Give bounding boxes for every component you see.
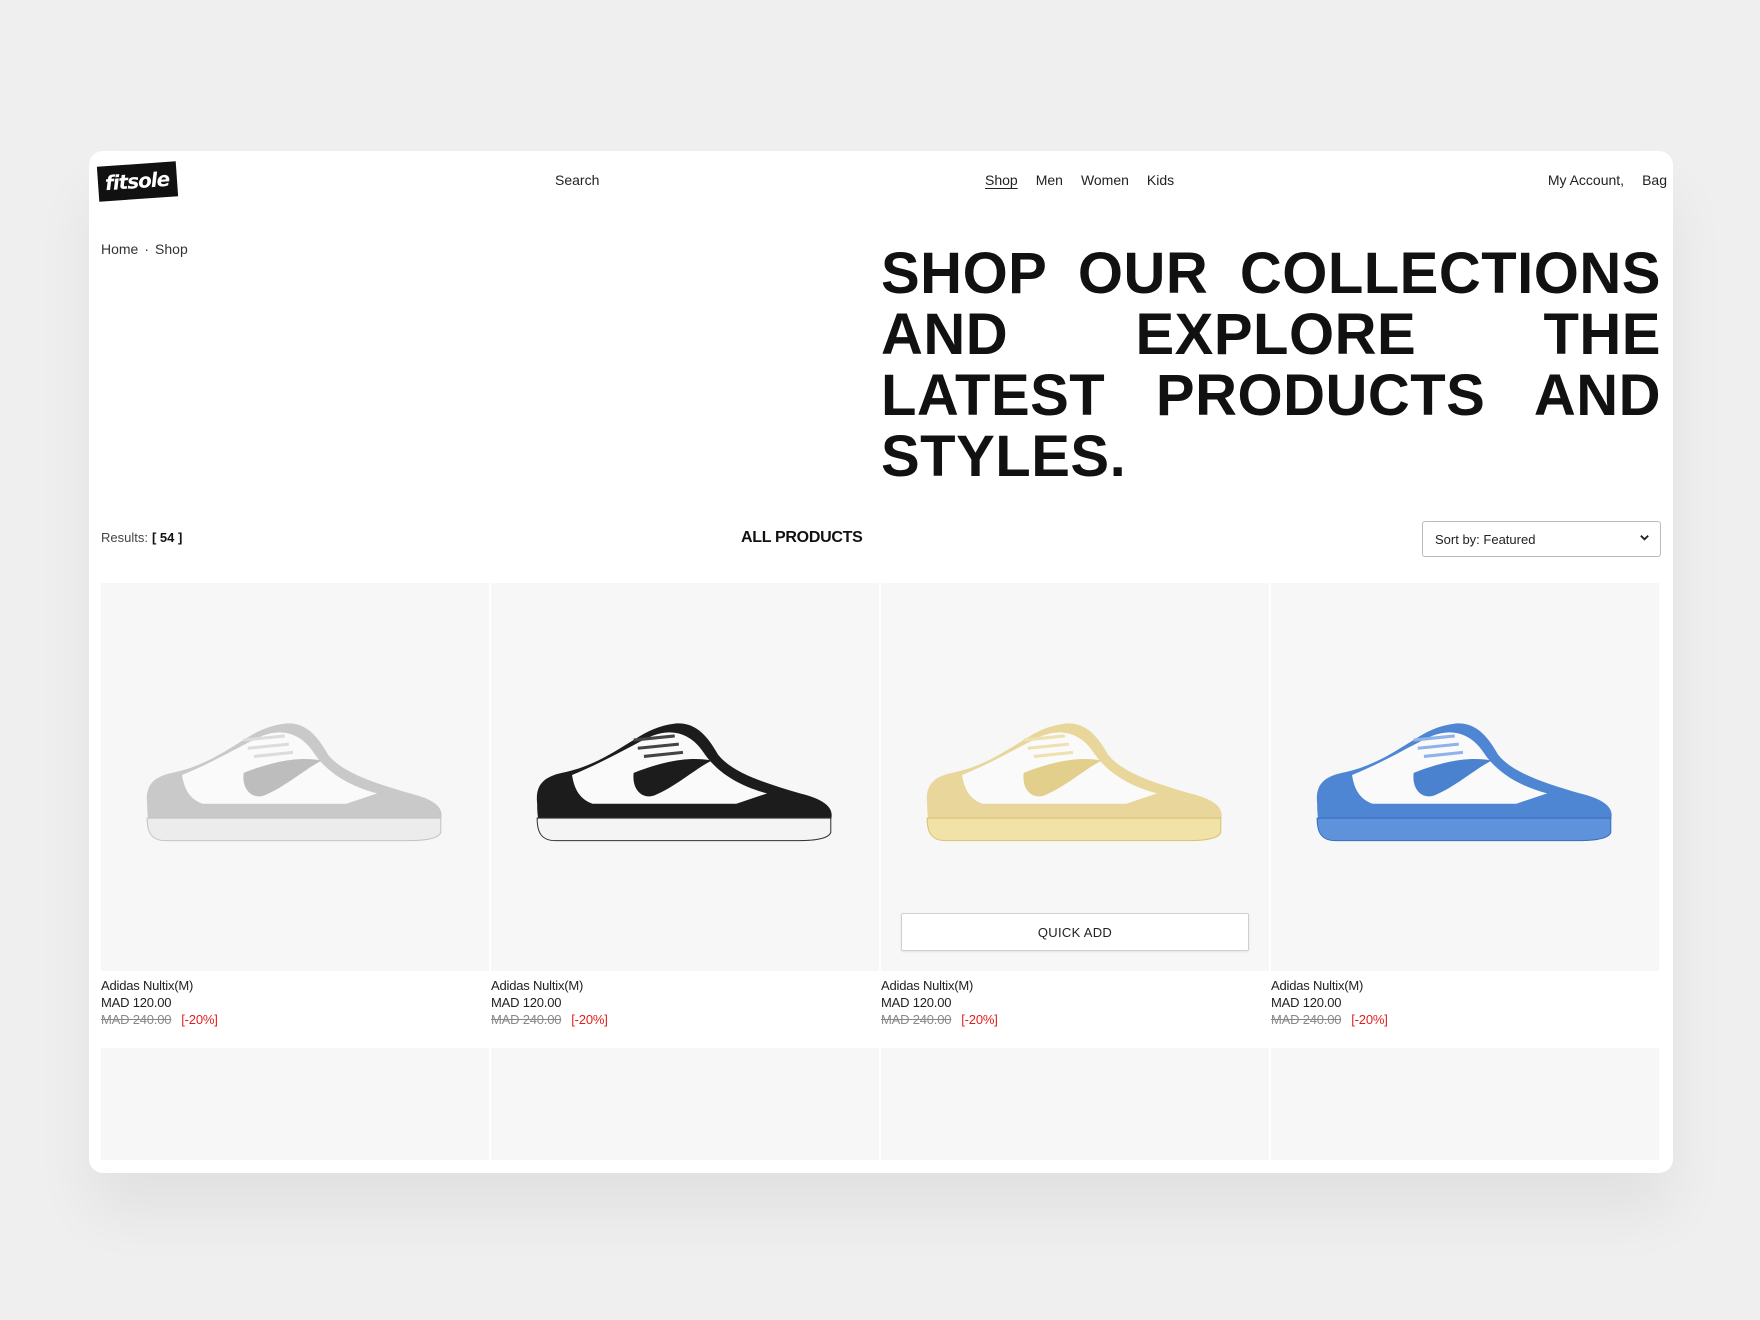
nav-women[interactable]: Women: [1081, 172, 1129, 188]
sort-select[interactable]: Sort by: Featured: [1422, 521, 1661, 557]
results-number: [ 54 ]: [151, 530, 183, 545]
sneaker-image-yellow: [926, 723, 1222, 842]
account-nav: My Account, Bag: [1548, 172, 1667, 188]
results-count: Results:[ 54 ]: [101, 530, 182, 545]
product-info: Adidas Nultix(M) MAD 120.00 MAD 240.00 [-…: [101, 971, 489, 1028]
breadcrumb-current: Shop: [155, 241, 188, 257]
section-title: ALL PRODUCTS: [741, 529, 863, 546]
nav-men[interactable]: Men: [1036, 172, 1063, 188]
product-image[interactable]: QUICK ADD: [881, 583, 1269, 971]
sneaker-image-blue: [1316, 723, 1612, 842]
breadcrumb-separator: ·: [144, 241, 150, 257]
product-card[interactable]: Adidas Nultix(M) MAD 120.00 MAD 240.00 [-…: [491, 583, 879, 1028]
breadcrumb-home[interactable]: Home: [101, 241, 138, 257]
bag-link[interactable]: Bag: [1642, 172, 1667, 188]
product-card[interactable]: Adidas Nultix(M) MAD 120.00 MAD 240.00 [-…: [101, 583, 489, 1028]
product-name: Adidas Nultix(M): [1271, 978, 1364, 993]
product-card-placeholder[interactable]: [881, 1048, 1269, 1160]
product-card[interactable]: Adidas Nultix(M) MAD 120.00 MAD 240.00 [-…: [1271, 583, 1659, 1028]
product-old-price: MAD 240.00: [491, 1012, 562, 1027]
product-card-placeholder[interactable]: [1271, 1048, 1659, 1160]
sneaker-image-black: [536, 723, 832, 842]
product-info: Adidas Nultix(M) MAD 120.00 MAD 240.00 [-…: [491, 971, 879, 1028]
product-name: Adidas Nultix(M): [491, 978, 584, 993]
results-label: Results:: [101, 530, 148, 545]
my-account-link[interactable]: My Account,: [1548, 172, 1624, 188]
product-old-price: MAD 240.00: [101, 1012, 172, 1027]
product-toolbar: Results:[ 54 ] ALL PRODUCTS Sort by: Fea…: [101, 521, 1661, 557]
product-name: Adidas Nultix(M): [881, 978, 974, 993]
product-image[interactable]: [1271, 583, 1659, 971]
sort-label: Sort by: Featured: [1435, 532, 1536, 547]
product-grid: Adidas Nultix(M) MAD 120.00 MAD 240.00 [-…: [101, 583, 1659, 1160]
site-header: fitsole Search Shop Men Women Kids My Ac…: [89, 151, 1673, 211]
search-link[interactable]: Search: [555, 172, 599, 188]
discount-badge: [-20%]: [181, 1012, 218, 1027]
hero-headline: SHOP OUR COLLECTIONS AND EXPLORE THE LAT…: [881, 241, 1661, 489]
product-old-price: MAD 240.00: [1271, 1012, 1342, 1027]
chevron-down-icon: [1639, 531, 1650, 546]
fitsole-logo[interactable]: fitsole: [96, 161, 179, 202]
browser-frame: fitsole Search Shop Men Women Kids My Ac…: [89, 151, 1673, 1173]
discount-badge: [-20%]: [961, 1012, 998, 1027]
quick-add-button[interactable]: QUICK ADD: [901, 913, 1249, 951]
product-card-placeholder[interactable]: [491, 1048, 879, 1160]
product-name: Adidas Nultix(M): [101, 978, 194, 993]
product-price: MAD 120.00: [1271, 995, 1342, 1010]
nav-kids[interactable]: Kids: [1147, 172, 1174, 188]
product-old-price: MAD 240.00: [881, 1012, 952, 1027]
product-image[interactable]: [101, 583, 489, 971]
product-info: Adidas Nultix(M) MAD 120.00 MAD 240.00 [-…: [1271, 971, 1659, 1028]
discount-badge: [-20%]: [571, 1012, 608, 1027]
product-card[interactable]: QUICK ADD Adidas Nultix(M) MAD 120.00 MA…: [881, 583, 1269, 1028]
product-price: MAD 120.00: [491, 995, 562, 1010]
product-price: MAD 120.00: [101, 995, 172, 1010]
sneaker-image-grey: [146, 723, 442, 842]
discount-badge: [-20%]: [1351, 1012, 1388, 1027]
product-image[interactable]: [491, 583, 879, 971]
product-card-placeholder[interactable]: [101, 1048, 489, 1160]
main-nav: Shop Men Women Kids: [985, 172, 1174, 188]
product-info: Adidas Nultix(M) MAD 120.00 MAD 240.00 [-…: [881, 971, 1269, 1028]
nav-shop[interactable]: Shop: [985, 172, 1018, 188]
breadcrumb: Home · Shop: [101, 241, 188, 257]
product-price: MAD 120.00: [881, 995, 952, 1010]
